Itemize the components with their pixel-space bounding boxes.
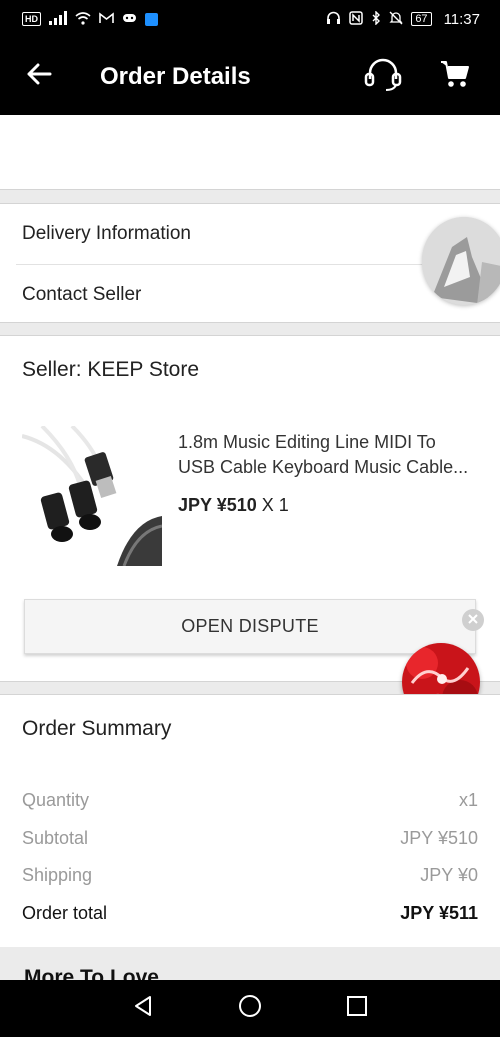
support-button[interactable] [356,50,410,104]
floating-photo-bubble[interactable] [422,217,500,305]
back-arrow-icon [26,63,52,90]
seller-name: Seller: KEEP Store [22,358,200,381]
product-title[interactable]: 1.8m Music Editing Line MIDI To USB Cabl… [178,430,478,480]
cart-button[interactable] [428,50,482,104]
open-dispute-button[interactable]: OPEN DISPUTE [24,599,476,654]
circle-home-icon [238,994,262,1023]
page-title: Order Details [100,62,251,90]
back-button[interactable] [0,38,78,115]
summary-row-quantity: Quantity x1 [22,790,478,811]
product-quantity: X 1 [261,495,289,515]
headset-support-icon [364,57,402,96]
bluetooth-icon [371,10,381,27]
summary-value: x1 [458,790,478,810]
midi-cable-icon [21,424,163,567]
more-to-love-section: More To Love [0,947,500,980]
order-summary-card: Order Summary Quantity x1 Subtotal JPY ¥… [0,694,500,947]
close-icon [468,611,478,629]
battery-indicator: 67 [411,12,432,26]
summary-label: Quantity [22,790,90,810]
product-price: JPY ¥510 [178,495,257,515]
status-header-area [0,115,500,190]
discord-icon [122,12,137,26]
summary-value: JPY ¥510 [400,828,478,848]
summary-row-shipping: Shipping JPY ¥0 [22,865,478,886]
cart-icon [440,59,470,94]
price-row: JPY ¥510 X 1 [178,495,289,516]
headphones-icon [326,11,341,27]
app-actions [356,50,500,104]
summary-row-order-total: Order total JPY ¥511 [22,903,478,924]
wifi-icon [75,11,91,27]
order-summary-title: Order Summary [22,717,172,740]
hd-badge: HD [22,12,41,26]
close-bubble-button[interactable] [462,609,484,631]
shield-app-icon [145,12,158,26]
mute-icon [389,11,403,27]
nav-recents-button[interactable] [332,984,382,1034]
photo-thumbnail-icon [422,217,500,305]
status-right: 67 11:37 [326,10,480,28]
status-bar: HD 67 11:37 [0,0,500,38]
gmail-icon [99,12,114,26]
seller-product-card: Seller: KEEP Store 1.8m Music Editing Li… [0,335,500,682]
status-left: HD [22,11,158,27]
nav-home-button[interactable] [225,984,275,1034]
product-image[interactable] [21,424,163,567]
square-recents-icon [346,995,368,1022]
summary-row-subtotal: Subtotal JPY ¥510 [22,828,478,849]
product-title-line1: 1.8m Music Editing Line MIDI To [178,432,436,452]
app-bar: Order Details [0,38,500,115]
summary-label: Subtotal [22,828,89,848]
clock: 11:37 [443,10,480,28]
summary-label: Shipping [22,865,93,885]
signal-icon [49,11,67,27]
triangle-back-icon [132,995,154,1022]
summary-value: JPY ¥0 [420,865,478,885]
product-title-line2: USB Cable Keyboard Music Cable... [178,457,469,477]
more-to-love-title: More To Love [24,966,159,980]
nav-back-button[interactable] [118,984,168,1034]
system-nav-bar [0,980,500,1037]
summary-label: Order total [22,903,108,923]
nfc-icon [349,11,364,27]
summary-value: JPY ¥511 [400,903,478,923]
